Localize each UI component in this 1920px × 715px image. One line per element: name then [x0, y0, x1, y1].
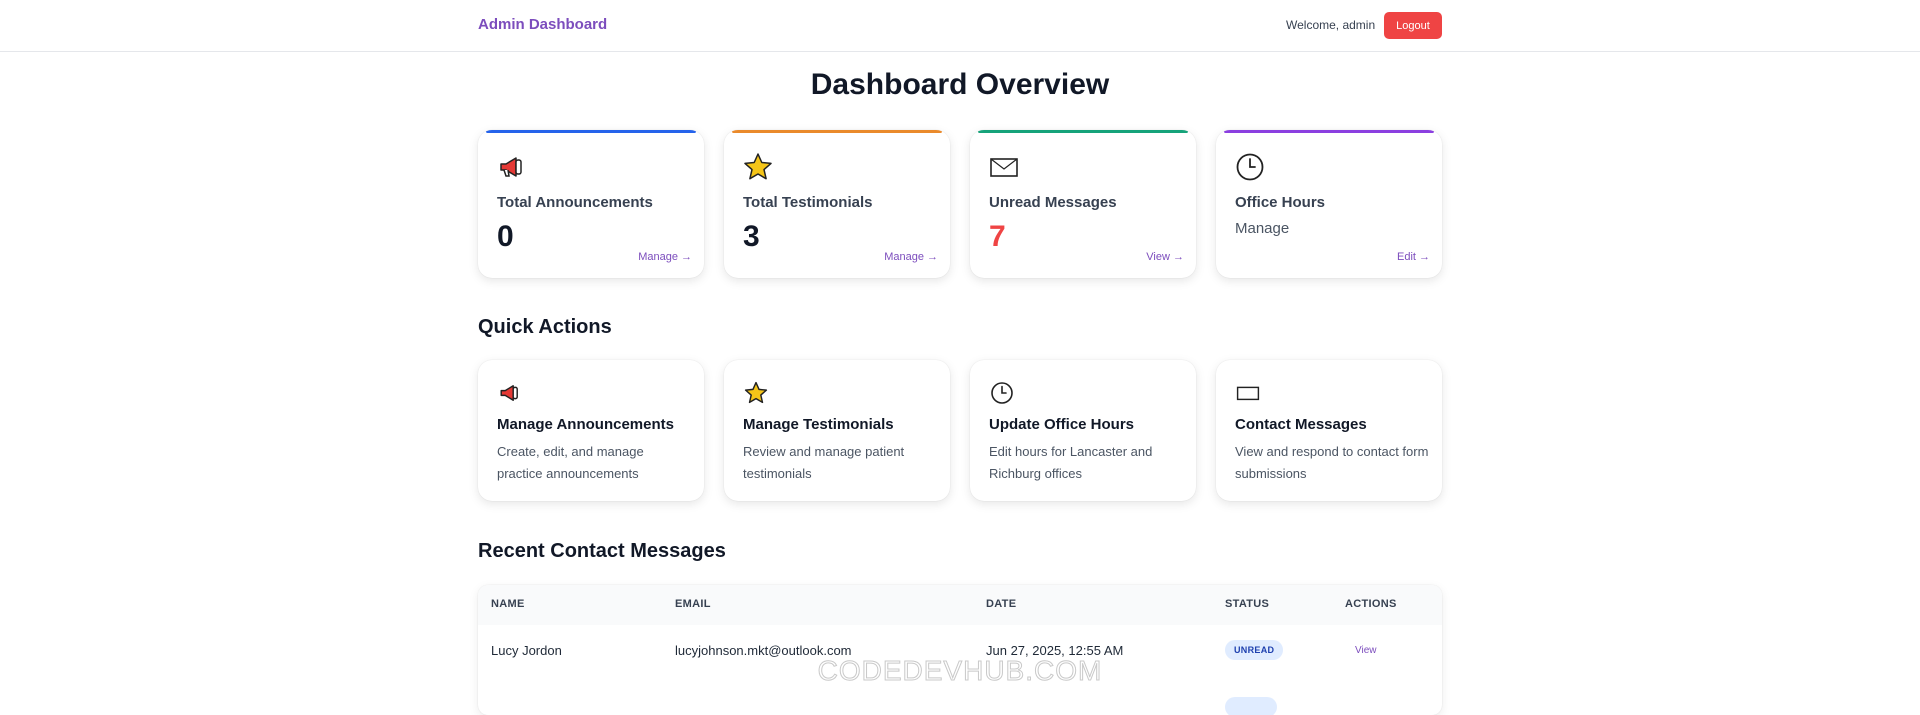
- manage-link[interactable]: Manage →: [638, 251, 692, 263]
- column-header-status: STATUS: [1225, 598, 1270, 610]
- stat-card-office-hours: Office Hours Manage Edit →: [1216, 130, 1442, 278]
- quick-action-office-hours[interactable]: Update Office Hours Edit hours for Lanca…: [970, 360, 1196, 501]
- quick-actions-title: Quick Actions: [478, 316, 612, 338]
- card-accent-bar: [1224, 130, 1434, 133]
- quick-action-title: Manage Testimonials: [743, 416, 894, 433]
- megaphone-icon: [500, 157, 522, 177]
- stat-label: Total Testimonials: [743, 194, 873, 211]
- column-header-name: NAME: [491, 598, 525, 610]
- stat-label: Total Announcements: [497, 194, 653, 211]
- logout-button[interactable]: Logout: [1384, 12, 1442, 39]
- quick-action-title: Manage Announcements: [497, 416, 674, 433]
- status-badge: [1225, 697, 1277, 715]
- clock-icon: [991, 382, 1013, 404]
- watermark: CODEDEVHUB.COM: [817, 655, 1103, 687]
- column-header-date: DATE: [986, 598, 1017, 610]
- table-header: NAME EMAIL DATE STATUS ACTIONS: [478, 585, 1442, 625]
- view-link[interactable]: View →: [1146, 251, 1184, 263]
- quick-action-desc: View and respond to contact form submiss…: [1235, 444, 1429, 481]
- recent-messages-title: Recent Contact Messages: [478, 540, 726, 562]
- stat-label: Unread Messages: [989, 194, 1117, 211]
- envelope-icon: [990, 158, 1018, 177]
- brand-title[interactable]: Admin Dashboard: [478, 16, 607, 33]
- manage-link[interactable]: Manage →: [884, 251, 938, 263]
- star-icon: [744, 381, 768, 404]
- megaphone-icon: [500, 385, 518, 401]
- quick-action-title: Update Office Hours: [989, 416, 1135, 433]
- page-title: Dashboard Overview: [810, 68, 1110, 101]
- quick-action-desc: Edit hours for Lancaster and Richburg of…: [989, 444, 1153, 481]
- quick-action-desc: Create, edit, and manage practice announ…: [497, 444, 644, 481]
- card-accent-bar: [978, 130, 1188, 133]
- edit-link[interactable]: Edit →: [1397, 251, 1430, 263]
- card-accent-bar: [732, 130, 942, 133]
- column-header-actions: ACTIONS: [1345, 598, 1397, 610]
- stat-value: 3: [743, 220, 760, 253]
- stat-card-unread-messages: Unread Messages 7 View →: [970, 130, 1196, 278]
- column-header-email: EMAIL: [675, 598, 711, 610]
- stat-value: Manage: [1235, 220, 1290, 237]
- stat-card-testimonials: Total Testimonials 3 Manage →: [724, 130, 950, 278]
- quick-action-desc: Review and manage patient testimonials: [743, 444, 905, 481]
- top-navbar: Admin Dashboard Welcome, admin Logout: [0, 0, 1920, 52]
- stat-card-announcements: Total Announcements 0 Manage →: [478, 130, 704, 278]
- stat-value: 0: [497, 220, 514, 253]
- stat-label: Office Hours: [1235, 194, 1326, 211]
- envelope-icon: [1236, 386, 1260, 401]
- welcome-text: Welcome, admin: [1286, 18, 1376, 32]
- quick-action-announcements[interactable]: Manage Announcements Create, edit, and m…: [478, 360, 704, 501]
- stat-value: 7: [989, 220, 1006, 253]
- star-icon: [744, 153, 772, 180]
- quick-action-testimonials[interactable]: Manage Testimonials Review and manage pa…: [724, 360, 950, 501]
- quick-action-contact-messages[interactable]: Contact Messages View and respond to con…: [1216, 360, 1442, 501]
- card-accent-bar: [486, 130, 696, 133]
- clock-icon: [1236, 153, 1264, 181]
- quick-action-title: Contact Messages: [1235, 416, 1367, 433]
